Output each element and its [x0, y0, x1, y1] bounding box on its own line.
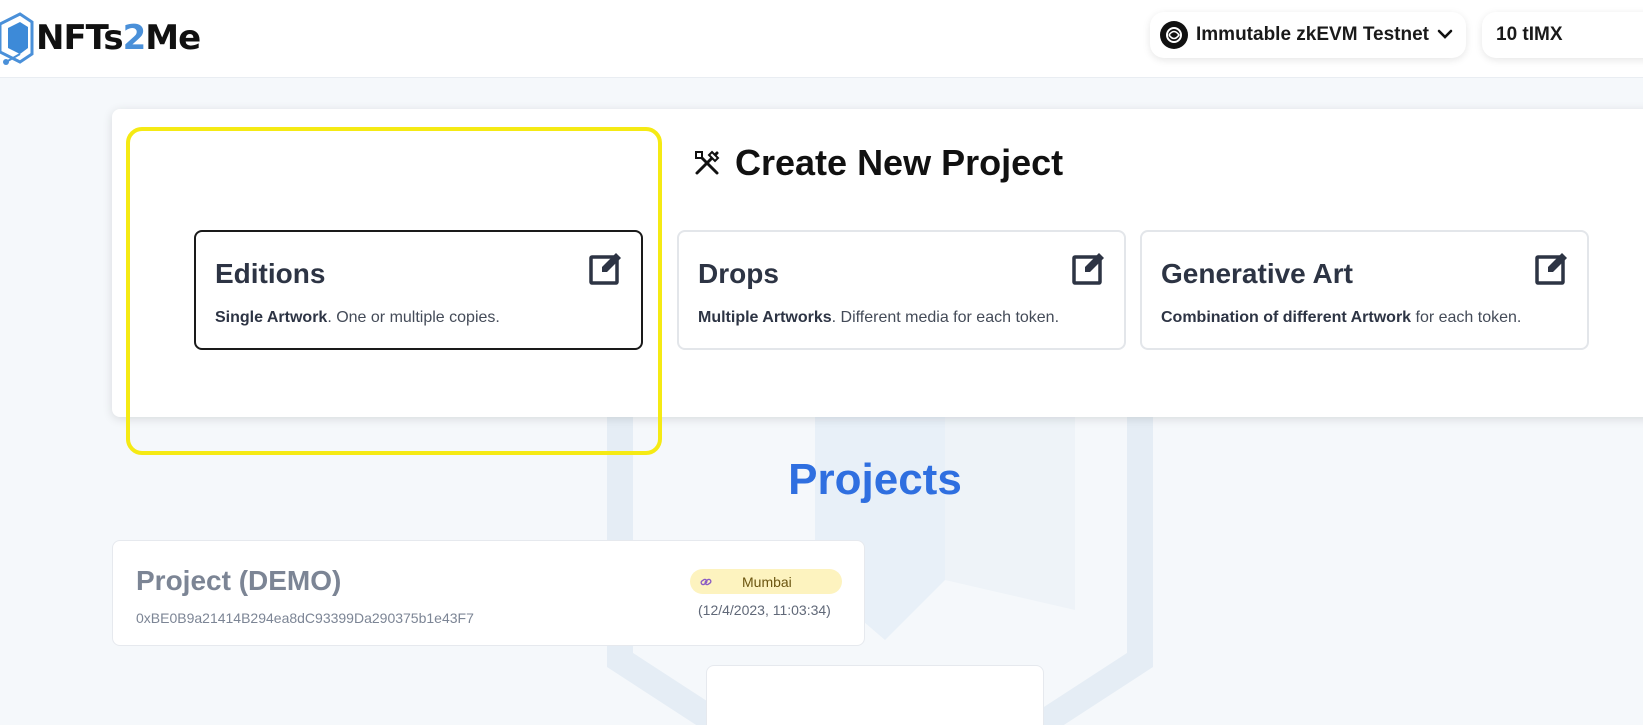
immutable-network-icon — [1160, 21, 1188, 49]
card-description: Combination of different Artwork for eac… — [1161, 309, 1522, 326]
generative-art-card[interactable]: Generative Art Combination of different … — [1140, 230, 1589, 350]
edit-icon — [589, 253, 621, 285]
editions-card[interactable]: Editions Single Artwork. One or multiple… — [194, 230, 643, 350]
top-header: NFTs2Me Immutable zkEVM Testnet 10 tIMX — [0, 0, 1643, 78]
nfts2me-logo[interactable]: NFTs2Me — [0, 10, 201, 66]
project-date: (12/4/2023, 11:03:34) — [698, 602, 831, 618]
card-title: Drops — [698, 258, 779, 289]
card-title: Editions — [215, 258, 326, 289]
project-name: Project (DEMO) — [136, 565, 342, 596]
cube-logo-icon — [0, 12, 34, 65]
network-badge-label: Mumbai — [742, 573, 792, 590]
network-badge: Mumbai — [690, 569, 842, 594]
tools-icon — [693, 149, 721, 177]
edit-icon — [1535, 253, 1567, 285]
card-title: Generative Art — [1161, 258, 1353, 289]
link-icon — [700, 576, 712, 588]
network-label: Immutable zkEVM Testnet — [1196, 24, 1429, 45]
create-title-text: Create New Project — [735, 142, 1064, 183]
balance-label: 10 tIMX — [1496, 24, 1563, 45]
project-card[interactable]: Project (DEMO) 0xBE0B9a21414B294ea8dC933… — [112, 540, 865, 646]
project-address: 0xBE0B9a21414B294ea8dC93399Da290375b1e43… — [136, 610, 474, 626]
balance-button[interactable]: 10 tIMX — [1482, 12, 1643, 58]
card-description: Single Artwork. One or multiple copies. — [215, 309, 500, 326]
logo-text: NFTs2Me — [36, 18, 201, 58]
projects-heading: Projects — [788, 455, 962, 504]
edit-icon — [1072, 253, 1104, 285]
card-description: Multiple Artworks. Different media for e… — [698, 309, 1060, 326]
drops-card[interactable]: Drops Multiple Artworks. Different media… — [677, 230, 1126, 350]
network-selector-button[interactable]: Immutable zkEVM Testnet — [1150, 12, 1466, 58]
chevron-down-icon — [1437, 26, 1453, 44]
project-card-partial[interactable] — [706, 665, 1044, 725]
create-project-title: Create New Project — [693, 142, 1063, 184]
